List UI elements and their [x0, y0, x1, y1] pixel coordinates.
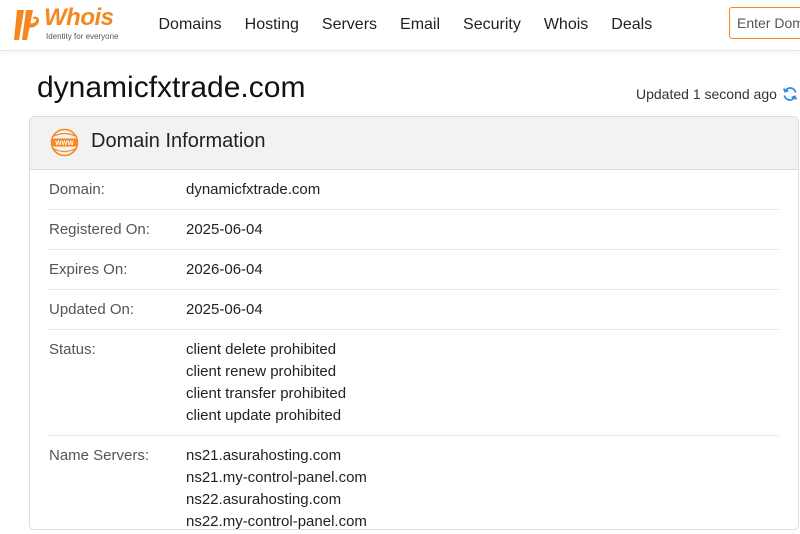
row-value: 2026-06-04 — [186, 259, 263, 281]
row-status: Status: client delete prohibited client … — [49, 330, 779, 436]
logo-mark-icon — [14, 10, 40, 40]
row-updated-on: Updated On: 2025-06-04 — [49, 290, 779, 330]
updated-status: Updated 1 second ago — [636, 86, 798, 102]
logo-tagline: Identity for everyone — [46, 32, 119, 41]
value-line: ns22.my-control-panel.com — [186, 513, 367, 530]
row-label: Registered On: — [49, 221, 150, 238]
info-rows: Domain: dynamicfxtrade.com Registered On… — [30, 170, 798, 530]
row-label: Domain: — [49, 181, 105, 198]
value-line: client update prohibited — [186, 407, 342, 424]
row-registered-on: Registered On: 2025-06-04 — [49, 210, 779, 250]
main-nav: Domains Hosting Servers Email Security W… — [147, 0, 664, 50]
page-title: dynamicfxtrade.com — [37, 71, 306, 104]
value-line: client renew prohibited — [186, 363, 337, 380]
card-title: Domain Information — [91, 130, 266, 152]
row-value: 2025-06-04 — [186, 219, 263, 241]
refresh-icon[interactable] — [782, 86, 798, 102]
row-label: Status: — [49, 341, 96, 358]
logo-text: Whois — [44, 4, 114, 31]
www-icon: WWW — [50, 128, 79, 157]
updated-text: Updated 1 second ago — [636, 86, 777, 102]
nav-deals[interactable]: Deals — [600, 0, 664, 50]
card-header: WWW Domain Information — [30, 117, 798, 170]
nav-security[interactable]: Security — [452, 0, 533, 50]
value-line: 2025-06-04 — [186, 221, 263, 238]
value-line: client transfer prohibited — [186, 385, 347, 402]
value-line: 2026-06-04 — [186, 261, 263, 278]
value-line: ns21.asurahosting.com — [186, 447, 342, 464]
row-label: Name Servers: — [49, 447, 150, 464]
whois-logo[interactable]: Whois Identity for everyone — [13, 4, 138, 45]
domain-search-input[interactable] — [729, 7, 800, 39]
top-navbar: Whois Identity for everyone Domains Host… — [0, 0, 800, 51]
value-line: 2025-06-04 — [186, 301, 263, 318]
row-domain: Domain: dynamicfxtrade.com — [49, 170, 779, 210]
row-name-servers: Name Servers: ns21.asurahosting.com ns21… — [49, 436, 779, 530]
nav-whois[interactable]: Whois — [532, 0, 599, 50]
domain-info-card: WWW Domain Information Domain: dynamicfx… — [29, 116, 799, 530]
value-line: client delete prohibited — [186, 341, 337, 358]
value-line: ns22.asurahosting.com — [186, 491, 342, 508]
nav-email[interactable]: Email — [389, 0, 452, 50]
value-line: ns21.my-control-panel.com — [186, 469, 367, 486]
row-value: ns21.asurahosting.com ns21.my-control-pa… — [186, 445, 367, 530]
row-expires-on: Expires On: 2026-06-04 — [49, 250, 779, 290]
row-value: client delete prohibited client renew pr… — [186, 339, 346, 427]
row-label: Expires On: — [49, 261, 128, 278]
row-value: dynamicfxtrade.com — [186, 179, 320, 201]
value-line: dynamicfxtrade.com — [186, 181, 321, 198]
nav-servers[interactable]: Servers — [310, 0, 388, 50]
nav-domains[interactable]: Domains — [147, 0, 233, 50]
svg-text:WWW: WWW — [55, 140, 74, 147]
row-label: Updated On: — [49, 301, 135, 318]
row-value: 2025-06-04 — [186, 299, 263, 321]
nav-hosting[interactable]: Hosting — [233, 0, 310, 50]
